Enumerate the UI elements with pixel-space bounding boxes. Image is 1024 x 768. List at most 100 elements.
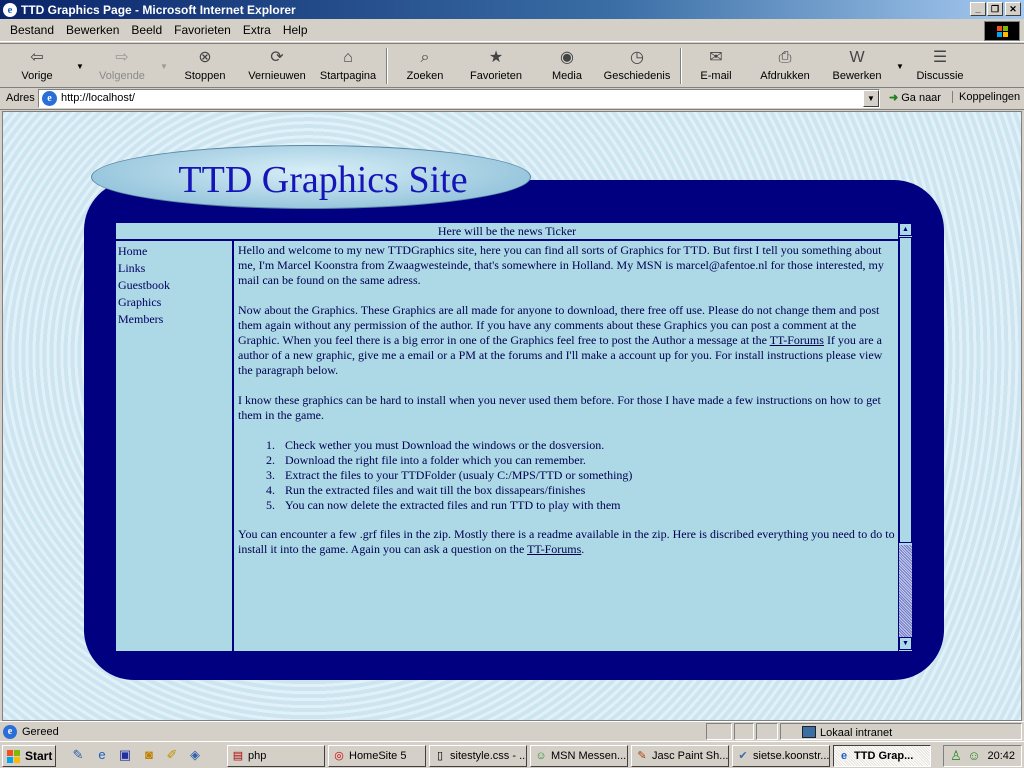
- save-quicklaunch-icon[interactable]: ▣: [117, 747, 133, 763]
- notepad-icon: ▯: [436, 750, 444, 762]
- forward-dropdown-icon[interactable]: ▼: [160, 62, 168, 71]
- minimize-button[interactable]: _: [970, 2, 986, 16]
- status-bar: e Gereed Lokaal intranet: [0, 721, 1024, 741]
- discuss-icon: ☰: [932, 49, 948, 66]
- scroll-thumb[interactable]: [899, 237, 912, 543]
- task-homesite[interactable]: ◎ HomeSite 5: [328, 745, 426, 767]
- grf-paragraph: You can encounter a few .grf files in th…: [238, 527, 895, 556]
- back-button[interactable]: ⇦ Vorige: [14, 48, 60, 86]
- back-dropdown-icon[interactable]: ▼: [76, 62, 84, 71]
- ie-task-icon: e: [840, 750, 848, 762]
- task-sitestyle[interactable]: ▯ sitestyle.css - ...: [429, 745, 527, 767]
- security-zone: Lokaal intranet: [802, 726, 892, 739]
- search-button[interactable]: ⌕ Zoeken: [400, 48, 450, 86]
- start-button[interactable]: Start: [2, 745, 56, 767]
- status-pane: [756, 723, 778, 740]
- media-button[interactable]: ◉ Media: [546, 48, 588, 86]
- list-item: Extract the files to your TTDFolder (usu…: [278, 468, 898, 483]
- forward-button[interactable]: ⇨ Volgende: [94, 48, 150, 86]
- task-php[interactable]: ▤ php: [227, 745, 325, 767]
- tray-status-icon[interactable]: ♙: [948, 748, 964, 764]
- mail-icon: ✉: [709, 49, 723, 66]
- task-ttd-graphics[interactable]: e TTD Grap...: [833, 745, 931, 767]
- scroll-down-button[interactable]: ▼: [899, 637, 912, 650]
- task-sietse[interactable]: ✔ sietse.koonstr...: [732, 745, 830, 767]
- nav-link-guestbook[interactable]: Guestbook: [116, 277, 232, 294]
- refresh-button[interactable]: ⟳ Vernieuwen: [246, 48, 308, 86]
- edit-button[interactable]: W Bewerken: [828, 48, 886, 86]
- paintshop-icon: ✎: [637, 750, 647, 762]
- address-input[interactable]: e http://localhost/ ▼: [38, 89, 880, 108]
- nav-link-graphics[interactable]: Graphics: [116, 294, 232, 311]
- home-button[interactable]: ⌂ Startpagina: [318, 48, 378, 86]
- install-paragraph: I know these graphics can be hard to ins…: [238, 393, 881, 422]
- tt-forums-link[interactable]: TT-Forums: [527, 542, 581, 556]
- menu-help[interactable]: Help: [277, 23, 314, 37]
- scroll-up-button[interactable]: ▲: [899, 223, 912, 236]
- nav-link-home[interactable]: Home: [116, 243, 232, 260]
- menu-bestand[interactable]: Bestand: [4, 23, 60, 37]
- nav-link-links[interactable]: Links: [116, 260, 232, 277]
- print-button[interactable]: ⎙ Afdrukken: [756, 48, 814, 86]
- address-dropdown-button[interactable]: ▼: [863, 90, 879, 107]
- intro-paragraph: Hello and welcome to my new TTDGraphics …: [238, 243, 884, 287]
- address-label: Adres: [6, 92, 35, 104]
- address-bar: Adres e http://localhost/ ▼ ➜ Ga naar Kop…: [0, 88, 1024, 110]
- graphics-paragraph: Now about the Graphics. These Graphics a…: [238, 303, 883, 377]
- menu-bewerken[interactable]: Bewerken: [60, 23, 125, 37]
- menu-bar: Bestand Bewerken Beeld Favorieten Extra …: [0, 19, 1024, 42]
- windows-logo-icon: [984, 21, 1020, 41]
- taskbar: Start ✎ e ▣ ◙ ✐ ◈ ▤ php ◎ HomeSite 5 ▯ site…: [0, 741, 1024, 768]
- media-icon: ◉: [560, 49, 574, 66]
- home-icon: ⌂: [343, 49, 353, 66]
- scroll-track[interactable]: [899, 545, 912, 637]
- content-scrollbar[interactable]: ▲ ▼: [898, 223, 912, 651]
- msn-icon: ☺: [535, 750, 547, 762]
- menu-extra[interactable]: Extra: [237, 23, 277, 37]
- stop-button[interactable]: ⊗ Stoppen: [180, 48, 230, 86]
- search-icon: ⌕: [420, 49, 430, 66]
- edit-dropdown-icon[interactable]: ▼: [896, 62, 904, 71]
- mail-button[interactable]: ✉ E-mail: [694, 48, 738, 86]
- page-status-icon: e: [3, 725, 17, 739]
- menu-beeld[interactable]: Beeld: [125, 23, 168, 37]
- task-msn[interactable]: ☺ MSN Messen...: [530, 745, 628, 767]
- task-paintshop[interactable]: ✎ Jasc Paint Sh...: [631, 745, 729, 767]
- media-quicklaunch-icon[interactable]: ◈: [187, 747, 203, 763]
- show-desktop-icon[interactable]: ✎: [70, 747, 86, 763]
- back-arrow-icon: ⇦: [30, 49, 44, 66]
- tt-forums-link[interactable]: TT-Forums: [770, 333, 824, 347]
- address-url[interactable]: http://localhost/: [61, 92, 135, 104]
- list-item: Run the extracted files and wait till th…: [278, 483, 898, 498]
- list-item: You can now delete the extracted files a…: [278, 498, 898, 513]
- install-steps: Check wether you must Download the windo…: [278, 438, 898, 513]
- main-content: Hello and welcome to my new TTDGraphics …: [236, 241, 898, 651]
- nav-link-members[interactable]: Members: [116, 311, 232, 328]
- status-pane: [706, 723, 732, 740]
- favorites-button[interactable]: ★ Favorieten: [468, 48, 524, 86]
- homesite-icon: ◎: [334, 750, 344, 762]
- window-icon: ✔: [738, 750, 748, 762]
- tool-quicklaunch-icon[interactable]: ✐: [164, 747, 180, 763]
- close-button[interactable]: ✕: [1005, 2, 1021, 16]
- maximize-button[interactable]: ❐: [987, 2, 1003, 16]
- status-pane: [734, 723, 754, 740]
- stop-icon: ⊗: [198, 49, 212, 66]
- toolbar-separator: [386, 48, 388, 84]
- ie-quicklaunch-icon[interactable]: e: [94, 747, 110, 763]
- print-icon: ⎙: [778, 49, 792, 66]
- site-nav: Home Links Guestbook Graphics Members: [116, 241, 234, 653]
- content-panel: Here will be the news Ticker Home Links …: [115, 222, 912, 653]
- app-quicklaunch-icon[interactable]: ◙: [141, 747, 157, 763]
- links-button[interactable]: Koppelingen: [952, 91, 1020, 103]
- tray-msn-icon[interactable]: ☺: [966, 748, 982, 764]
- history-button[interactable]: ◷ Geschiedenis: [602, 48, 672, 86]
- news-ticker: Here will be the news Ticker: [116, 223, 898, 241]
- menu-favorieten[interactable]: Favorieten: [168, 23, 237, 37]
- status-text: Gereed: [22, 726, 59, 738]
- go-button[interactable]: ➜ Ga naar: [889, 91, 941, 104]
- list-item: Check wether you must Download the windo…: [278, 438, 898, 453]
- discuss-button[interactable]: ☰ Discussie: [914, 48, 966, 86]
- history-icon: ◷: [630, 49, 644, 66]
- page-icon: e: [42, 91, 57, 106]
